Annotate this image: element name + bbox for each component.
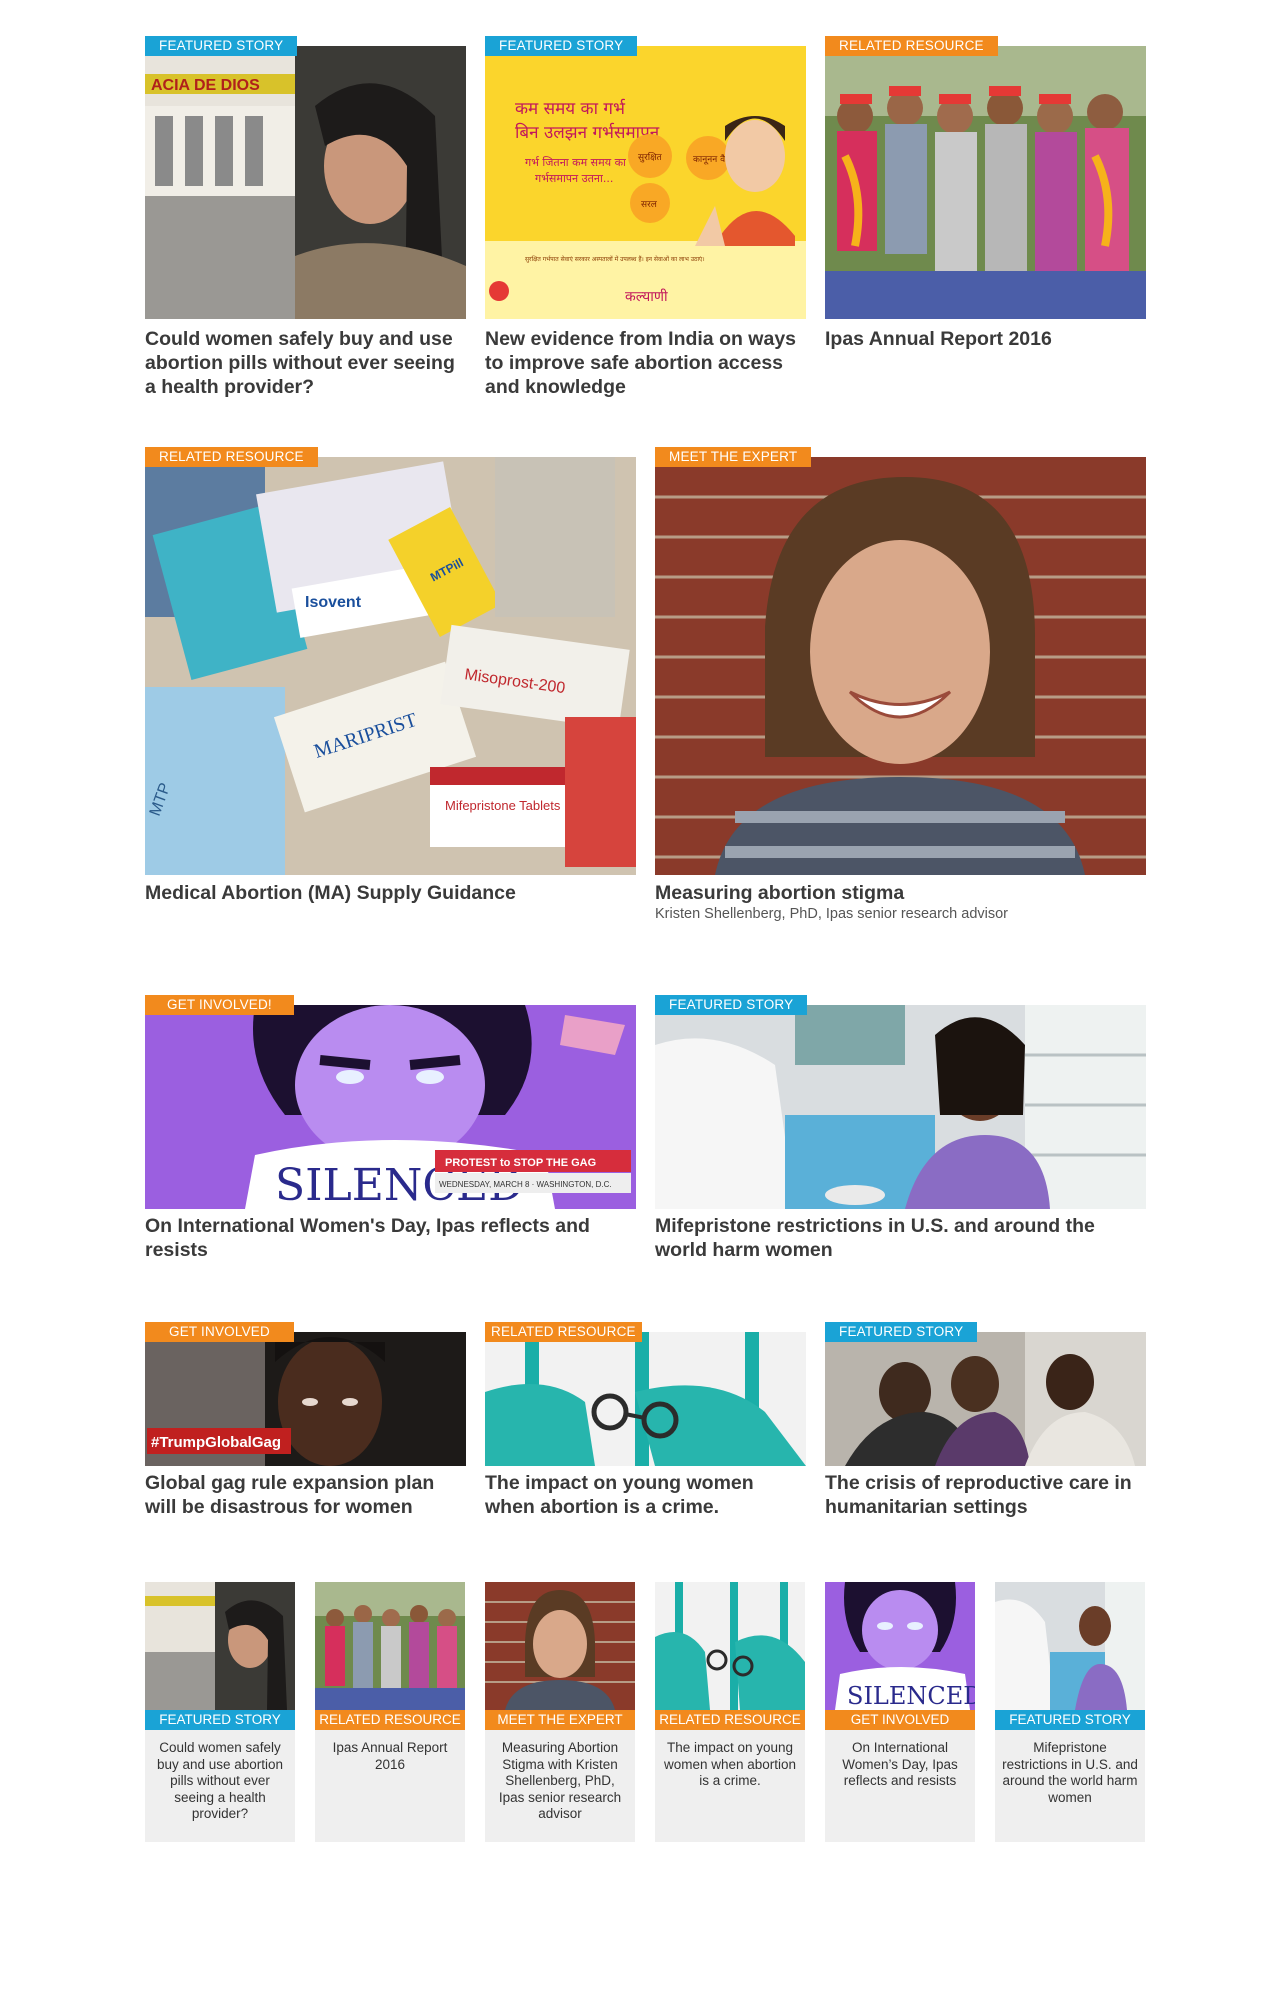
handcuffs-illustration bbox=[485, 1332, 806, 1466]
related-resource-tag: Related Resource bbox=[315, 1710, 465, 1730]
silenced-poster: SILENCED PROTEST to STOP THE GAG WEDNESD… bbox=[145, 1005, 636, 1209]
card-abortion-crime[interactable]: Related Resource The impact on young wom… bbox=[485, 1322, 806, 1522]
trump-global-gag-photo: #TrumpGlobalGag bbox=[145, 1332, 466, 1466]
card-subtitle: Kristen Shellenberg, PhD, Ipas senior re… bbox=[655, 906, 1009, 922]
hashtag-label: #TrumpGlobalGag bbox=[151, 1434, 281, 1451]
mini-card-title: The impact on young women when abortion … bbox=[663, 1740, 797, 1788]
related-resource-tag: Related Resource bbox=[145, 447, 318, 467]
get-involved-tag: Get Involved bbox=[825, 1710, 975, 1730]
woman-pharmacy-photo bbox=[145, 1582, 295, 1710]
box-mifepristone-label: Mifepristone Tablets bbox=[445, 798, 561, 813]
medication-boxes-photo: MTP Isovent MARIPRIST MTPill Misoprost-2… bbox=[145, 457, 636, 875]
get-involved-tag: Get Involved bbox=[145, 1322, 294, 1342]
mini-card-mifepristone[interactable]: Featured Story Mifepristone restrictions… bbox=[995, 1582, 1145, 1842]
card-title: Measuring abortion stigma bbox=[655, 882, 905, 904]
mini-card-abortion-crime[interactable]: Related Resource The impact on young wom… bbox=[655, 1582, 805, 1842]
mini-card-title: Could women safely buy and use abortion … bbox=[156, 1740, 284, 1821]
box-isovent-label: Isovent bbox=[305, 594, 362, 611]
mini-card-pills[interactable]: Featured Story Could women safely buy an… bbox=[145, 1582, 295, 1842]
protest-cta: PROTEST to STOP THE GAG bbox=[445, 1157, 596, 1169]
portrait-woman-brick-wall-photo bbox=[485, 1582, 635, 1710]
card-global-gag[interactable]: Get Involved #TrumpGlobalGag Global gag … bbox=[145, 1322, 466, 1522]
card-title: The impact on young women when abortion … bbox=[485, 1472, 754, 1518]
card-title: Medical Abortion (MA) Supply Guidance bbox=[145, 882, 516, 904]
poster-brand: कल्याणी bbox=[625, 288, 668, 305]
woman-pharmacy-photo: ACIA DE DIOS bbox=[145, 46, 466, 319]
card-measuring-stigma[interactable]: Meet the Expert Measuring abortion stigm… bbox=[655, 447, 1146, 927]
pharmacy-sign-text: ACIA DE DIOS bbox=[151, 77, 260, 94]
mini-card-title: Mifepristone restrictions in U.S. and ar… bbox=[1002, 1740, 1138, 1805]
mini-card-title: Measuring Abortion Stigma with Kristen S… bbox=[498, 1740, 622, 1821]
card-title: The crisis of reproductive care in human… bbox=[825, 1472, 1132, 1518]
bubble-simple: सरल bbox=[641, 200, 658, 210]
featured-story-tag: Featured Story bbox=[995, 1710, 1145, 1730]
card-ma-supply[interactable]: Related Resource MTP Isovent MARIPRIST M… bbox=[145, 447, 636, 917]
card-humanitarian[interactable]: Featured Story The crisis of reproductiv… bbox=[825, 1322, 1146, 1522]
related-resource-tag: Related Resource bbox=[655, 1710, 805, 1730]
mini-card-womens-day[interactable]: SILENCED Get Involved On International W… bbox=[825, 1582, 975, 1842]
meet-the-expert-tag: Meet the Expert bbox=[655, 447, 812, 467]
silenced-word: SILENCED bbox=[847, 1682, 975, 1710]
group-of-young-women-photo bbox=[315, 1582, 465, 1710]
india-poster-illustration: कम समय का गर्भ बिन उलझन गर्भसमापन गर्भ ज… bbox=[485, 46, 806, 319]
mini-card-title: On International Women’s Day, Ipas refle… bbox=[842, 1740, 958, 1788]
bubble-safe: सुरक्षित bbox=[638, 151, 663, 163]
poster-line1: कम समय का गर्भ bbox=[515, 98, 626, 119]
mini-card-title: Ipas Annual Report 2016 bbox=[332, 1740, 448, 1772]
related-resource-tag: Related Resource bbox=[825, 36, 998, 56]
card-title: Could women safely buy and use abortion … bbox=[145, 328, 455, 398]
card-title: Global gag rule expansion plan will be d… bbox=[145, 1472, 435, 1518]
pharmacy-counter-photo bbox=[995, 1582, 1145, 1710]
poster-line4: गर्भसमापन उतना... bbox=[535, 172, 613, 185]
portrait-woman-brick-wall-photo bbox=[655, 457, 1146, 875]
card-title: On International Women's Day, Ipas refle… bbox=[145, 1215, 590, 1261]
pharmacy-counter-photo bbox=[655, 1005, 1146, 1209]
poster-line3: गर्भ जितना कम समय का bbox=[525, 156, 626, 169]
women-in-discussion-photo bbox=[825, 1332, 1146, 1466]
related-resource-tag: Related Resource bbox=[485, 1322, 642, 1342]
get-involved-tag: Get Involved! bbox=[145, 995, 294, 1015]
card-featured-pills[interactable]: Featured Story ACIA DE DIOS Could women … bbox=[145, 36, 466, 406]
card-mifepristone-restrictions[interactable]: Featured Story Mifepristone restrictions… bbox=[655, 995, 1146, 1275]
featured-story-tag: Featured Story bbox=[825, 1322, 978, 1342]
card-womens-day[interactable]: Get Involved! SILENCED PROTEST to STOP T… bbox=[145, 995, 636, 1275]
group-of-young-women-photo bbox=[825, 46, 1146, 319]
featured-story-tag: Featured Story bbox=[145, 36, 298, 56]
card-title: Mifepristone restrictions in U.S. and ar… bbox=[655, 1215, 1095, 1261]
handcuffs-illustration bbox=[655, 1582, 805, 1710]
protest-when: WEDNESDAY, MARCH 8 · WASHINGTON, D.C. bbox=[439, 1180, 612, 1189]
featured-story-tag: Featured Story bbox=[485, 36, 638, 56]
card-annual-report[interactable]: Related Resource Ipas Annual Report 20 bbox=[825, 36, 1146, 406]
mini-card-annual-report[interactable]: Related Resource Ipas Annual Report 2016 bbox=[315, 1582, 465, 1842]
meet-the-expert-tag: Meet the Expert bbox=[485, 1710, 635, 1730]
silenced-poster: SILENCED bbox=[825, 1582, 975, 1710]
featured-story-tag: Featured Story bbox=[655, 995, 808, 1015]
poster-note: सुरक्षित गर्भपात सेवाएं सरकार अस्पतालों … bbox=[525, 255, 705, 263]
card-featured-india[interactable]: Featured Story कम समय का गर्भ बिन उलझन ग… bbox=[485, 36, 806, 406]
card-title: Ipas Annual Report 2016 bbox=[825, 328, 1052, 350]
featured-story-tag: Featured Story bbox=[145, 1710, 295, 1730]
mini-card-stigma[interactable]: Meet the Expert Measuring Abortion Stigm… bbox=[485, 1582, 635, 1842]
card-title: New evidence from India on ways to impro… bbox=[485, 328, 797, 398]
